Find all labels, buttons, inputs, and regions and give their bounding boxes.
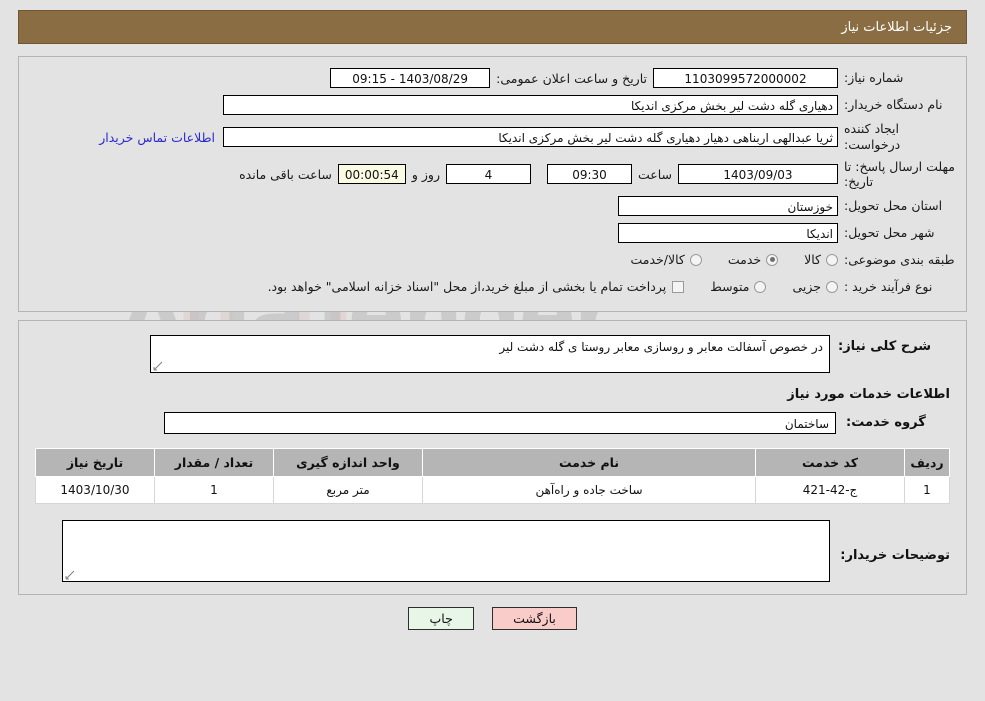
deadline-hour-label: ساعت xyxy=(637,166,672,182)
row-buyer-comments: توضیحات خریدار: xyxy=(35,519,950,582)
need-number-label: شماره نیاز: xyxy=(844,69,904,85)
need-number-field[interactable]: 1103099572000002 xyxy=(653,68,838,88)
cell-date: 1403/10/30 xyxy=(35,475,155,504)
remaining-clock-field: 00:00:54 xyxy=(337,164,406,185)
row-general-description: شرح کلی نیاز: در خصوص آسفالت معابر و روس… xyxy=(29,334,956,373)
radio-icon[interactable] xyxy=(826,253,838,266)
row-city: شهر محل تحویل: اندیکا xyxy=(29,222,956,244)
services-section-title: اطلاعات خدمات مورد نیاز xyxy=(787,386,950,402)
col-header-code: کد خدمت xyxy=(755,447,905,477)
radio-icon[interactable] xyxy=(754,280,767,293)
row-service-group: گروه خدمت: ساختمان xyxy=(29,411,956,434)
col-header-qty: تعداد / مقدار xyxy=(154,447,274,477)
page-title: جزئیات اطلاعات نیاز xyxy=(841,19,952,35)
col-header-radif: ردیف xyxy=(904,447,950,477)
radio-icon[interactable] xyxy=(766,253,779,266)
table-row: 1 ج-42-421 ساخت جاده و راه‌آهن متر مربع … xyxy=(35,475,950,504)
row-province: استان محل تحویل: خوزستان xyxy=(29,195,956,217)
remaining-suffix-label: ساعت باقی مانده xyxy=(239,166,332,182)
cell-radif: 1 xyxy=(904,475,950,504)
deadline-label: مهلت ارسال پاسخ: تا تاریخ: xyxy=(844,158,955,190)
city-label: شهر محل تحویل: xyxy=(844,224,935,240)
city-field[interactable]: اندیکا xyxy=(618,222,838,243)
cell-name: ساخت جاده و راه‌آهن xyxy=(422,475,756,504)
general-desc-textarea[interactable]: در خصوص آسفالت معابر و روسازی معابر روست… xyxy=(150,334,830,373)
table-header-row: ردیف کد خدمت نام خدمت واحد اندازه گیری ت… xyxy=(35,447,950,477)
resize-grip-icon[interactable] xyxy=(153,361,163,371)
announce-datetime-label: تاریخ و ساعت اعلان عمومی: xyxy=(496,70,647,86)
category-option-label: کالا/خدمت xyxy=(630,252,685,268)
row-buyer-org: نام دستگاه خریدار: دهیاری گله دشت لیر بخ… xyxy=(29,94,956,116)
page-root: جزئیات اطلاعات نیاز شماره نیاز: 11030995… xyxy=(0,10,985,640)
requester-field[interactable]: ثریا عبدالهی اربناهی دهیار دهیاری گله دش… xyxy=(223,127,838,148)
buyer-org-field[interactable]: دهیاری گله دشت لیر بخش مرکزی اندیکا xyxy=(223,95,838,115)
process-option-jozei[interactable]: جزیی xyxy=(792,279,838,294)
province-field[interactable]: خوزستان xyxy=(618,195,838,216)
service-group-field[interactable]: ساختمان xyxy=(164,411,836,434)
remaining-days-separator: روز و xyxy=(411,166,440,182)
services-table-wrap: ردیف کد خدمت نام خدمت واحد اندازه گیری ت… xyxy=(35,447,950,504)
buyer-comments-textarea[interactable] xyxy=(62,519,831,582)
checkbox-icon[interactable] xyxy=(672,280,685,293)
cell-unit: متر مربع xyxy=(273,475,423,504)
category-radio-group: کالا خدمت کالا/خدمت xyxy=(604,252,838,267)
process-radio-group: جزیی متوسط xyxy=(684,279,838,294)
service-group-label: گروه خدمت: xyxy=(846,415,926,431)
buyer-org-label: نام دستگاه خریدار: xyxy=(844,96,943,112)
col-header-name: نام خدمت xyxy=(422,447,756,477)
row-need-number: شماره نیاز: 1103099572000002 تاریخ و ساع… xyxy=(29,67,956,89)
back-button[interactable]: بازگشت xyxy=(492,606,577,630)
col-header-unit: واحد اندازه گیری xyxy=(273,447,423,477)
buyer-contact-link[interactable]: اطلاعات تماس خریدار xyxy=(91,130,223,145)
radio-icon[interactable] xyxy=(689,253,702,266)
province-label: استان محل تحویل: xyxy=(844,197,943,213)
page-title-bar: جزئیات اطلاعات نیاز xyxy=(18,10,967,44)
category-option-kala-khedmat[interactable]: کالا/خدمت xyxy=(630,252,702,268)
category-label: طبقه بندی موضوعی: xyxy=(844,251,955,267)
announce-datetime-field[interactable]: 1403/08/29 - 09:15 xyxy=(330,68,491,88)
deadline-hour-field[interactable]: 09:30 xyxy=(546,164,632,185)
buyer-comments-label: توضیحات خریدار: xyxy=(840,547,950,563)
treasury-checkbox-item[interactable]: پرداخت تمام یا بخشی از مبلغ خرید،از محل … xyxy=(268,279,685,294)
general-desc-label: شرح کلی نیاز: xyxy=(838,338,932,354)
cell-code: ج-42-421 xyxy=(755,475,905,504)
need-summary-panel: شماره نیاز: 1103099572000002 تاریخ و ساع… xyxy=(18,56,967,312)
category-option-label: خدمت xyxy=(727,252,762,268)
action-button-bar: بازگشت چاپ xyxy=(0,606,985,640)
process-type-label: نوع فرآیند خرید : xyxy=(844,278,933,294)
row-process-type: نوع فرآیند خرید : جزیی متوسط پرداخت تمام… xyxy=(29,276,956,298)
print-button[interactable]: چاپ xyxy=(408,606,475,630)
process-option-label: جزیی xyxy=(792,279,821,295)
process-option-label: متوسط xyxy=(710,279,750,295)
deadline-date-field[interactable]: 1403/09/03 xyxy=(678,164,838,185)
resize-grip-icon[interactable] xyxy=(65,570,75,580)
remaining-days-field: 4 xyxy=(445,164,531,185)
category-option-label: کالا xyxy=(804,252,821,268)
need-details-panel: شرح کلی نیاز: در خصوص آسفالت معابر و روس… xyxy=(18,319,967,595)
col-header-date: تاریخ نیاز xyxy=(35,447,155,477)
row-requester: ایجاد کننده درخواست: ثریا عبدالهی اربناه… xyxy=(29,121,956,154)
cell-qty: 1 xyxy=(154,475,274,504)
radio-icon[interactable] xyxy=(826,280,838,293)
row-deadline: مهلت ارسال پاسخ: تا تاریخ: 1403/09/03 سا… xyxy=(29,159,956,190)
services-table: ردیف کد خدمت نام خدمت واحد اندازه گیری ت… xyxy=(35,447,950,504)
row-category: طبقه بندی موضوعی: کالا خدمت کالا/خدمت xyxy=(29,249,956,271)
category-option-khedmat[interactable]: خدمت xyxy=(727,252,779,268)
process-option-motevaset[interactable]: متوسط xyxy=(710,279,767,295)
treasury-note: پرداخت تمام یا بخشی از مبلغ خرید،از محل … xyxy=(267,279,667,295)
general-desc-value: در خصوص آسفالت معابر و روسازی معابر روست… xyxy=(499,339,823,354)
requester-label: ایجاد کننده درخواست: xyxy=(844,121,901,153)
category-option-kala[interactable]: کالا xyxy=(804,252,838,267)
